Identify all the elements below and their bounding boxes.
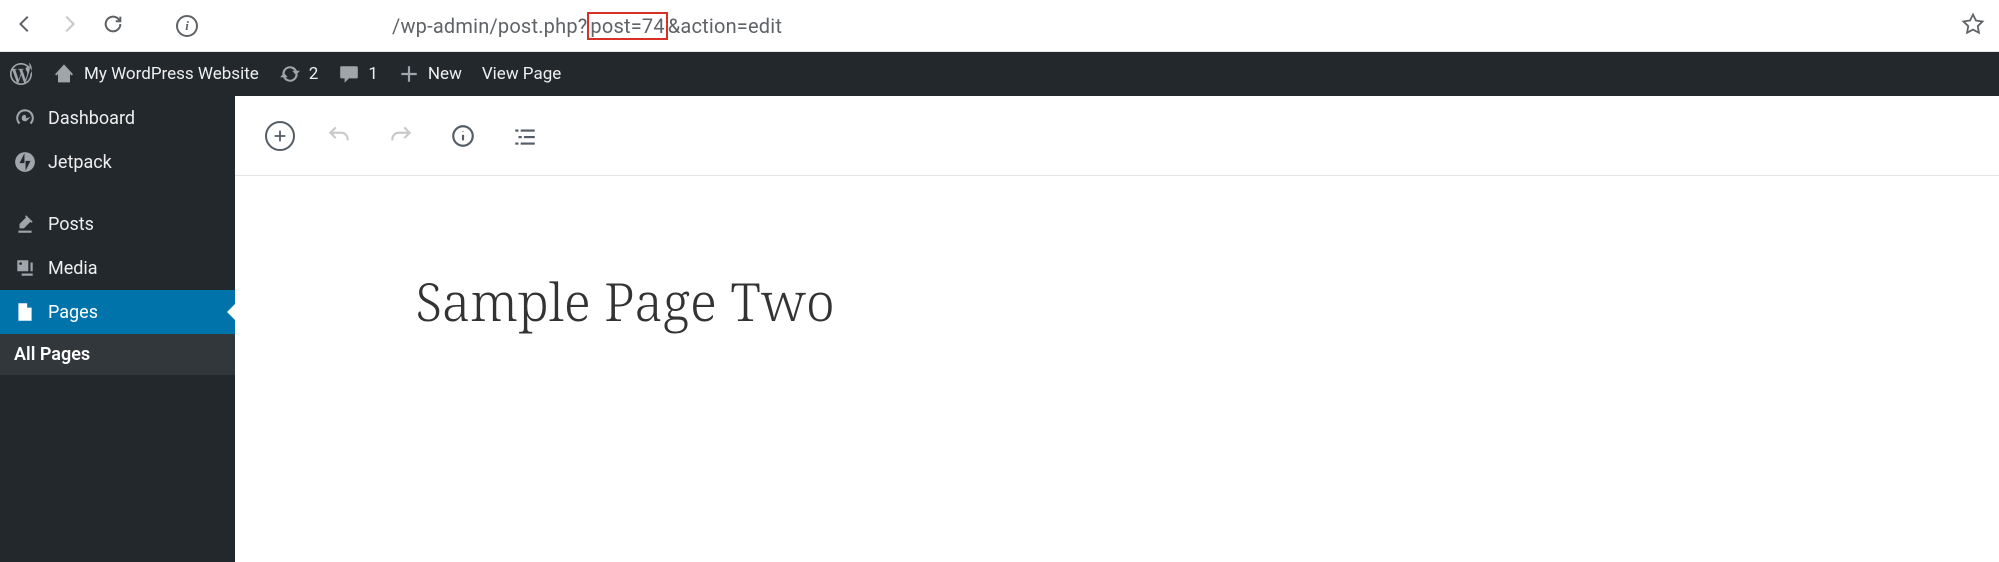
sidebar-item-posts[interactable]: Posts <box>0 202 235 246</box>
editor-toolbar <box>235 96 1999 176</box>
sidebar-submenu-all-pages[interactable]: All Pages <box>0 334 235 375</box>
sidebar-item-dashboard[interactable]: Dashboard <box>0 96 235 140</box>
view-page-label: View Page <box>482 64 561 84</box>
sidebar-label: Media <box>48 258 98 279</box>
wp-logo[interactable] <box>10 63 32 85</box>
sidebar-label: Dashboard <box>48 108 135 129</box>
comments-link[interactable]: 1 <box>338 63 378 85</box>
block-editor: Sample Page Two <box>235 96 1999 562</box>
add-block-button[interactable] <box>265 121 295 151</box>
address-bar[interactable]: i /wp-admin/post.php?post=74&action=edit <box>146 14 1939 38</box>
updates-count: 2 <box>309 64 319 84</box>
admin-sidebar: Dashboard Jetpack Posts Media Pages All … <box>0 96 235 562</box>
sidebar-item-pages[interactable]: Pages <box>0 290 235 334</box>
view-page-link[interactable]: View Page <box>482 64 561 84</box>
bookmark-star-icon[interactable] <box>1961 12 1985 40</box>
back-button[interactable] <box>14 13 36 39</box>
site-title-text: My WordPress Website <box>84 64 259 84</box>
reload-button[interactable] <box>102 13 124 39</box>
content-info-button[interactable] <box>445 118 481 154</box>
forward-button[interactable] <box>58 13 80 39</box>
url-text: /wp-admin/post.php?post=74&action=edit <box>392 14 782 38</box>
comments-count: 1 <box>368 64 378 84</box>
updates-link[interactable]: 2 <box>279 63 319 85</box>
site-title-link[interactable]: My WordPress Website <box>52 62 259 86</box>
site-info-icon[interactable]: i <box>176 15 198 37</box>
submenu-label: All Pages <box>14 344 90 365</box>
sidebar-item-jetpack[interactable]: Jetpack <box>0 140 235 184</box>
browser-toolbar: i /wp-admin/post.php?post=74&action=edit <box>0 0 1999 52</box>
sidebar-label: Pages <box>48 302 98 323</box>
sidebar-label: Jetpack <box>48 152 112 173</box>
redo-button[interactable] <box>383 118 419 154</box>
new-label: New <box>428 64 462 84</box>
post-title[interactable]: Sample Page Two <box>415 266 1819 337</box>
undo-button[interactable] <box>321 118 357 154</box>
sidebar-label: Posts <box>48 214 94 235</box>
sidebar-item-media[interactable]: Media <box>0 246 235 290</box>
wp-admin-bar: My WordPress Website 2 1 New View Page <box>0 52 1999 96</box>
block-navigation-button[interactable] <box>507 118 543 154</box>
new-content-link[interactable]: New <box>398 63 462 85</box>
